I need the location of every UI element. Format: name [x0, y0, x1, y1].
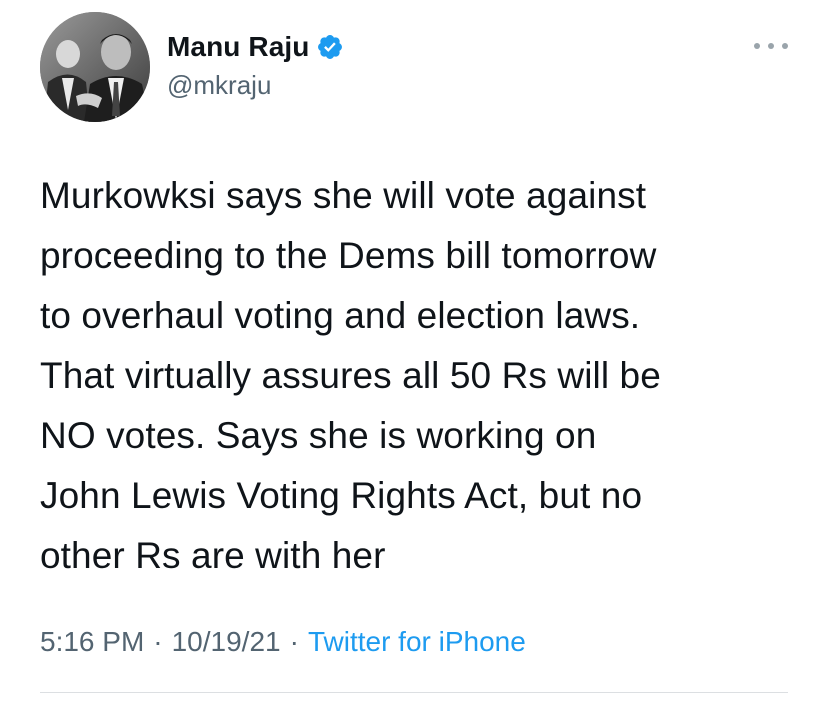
profile-photo-icon	[40, 12, 150, 122]
tweet-date[interactable]: 10/19/21	[172, 626, 281, 658]
tweet-time[interactable]: 5:16 PM	[40, 626, 144, 658]
more-dot	[782, 43, 788, 49]
more-dot	[768, 43, 774, 49]
divider	[40, 692, 788, 693]
author-handle[interactable]: @mkraju	[167, 70, 271, 101]
more-options-icon[interactable]	[754, 38, 788, 54]
tweet-text: Murkowksi says she will vote against pro…	[40, 175, 661, 576]
author-name-row[interactable]: Manu Raju	[167, 27, 344, 67]
meta-separator: ·	[153, 626, 163, 657]
verified-badge-icon	[316, 33, 344, 61]
tweet-meta: 5:16 PM · 10/19/21 · Twitter for iPhone	[40, 626, 526, 658]
avatar[interactable]	[40, 12, 150, 122]
more-dot	[754, 43, 760, 49]
tweet-card: Manu Raju @mkraju Murkowksi says she wil…	[0, 0, 828, 708]
author-display-name[interactable]: Manu Raju	[167, 31, 309, 63]
meta-separator: ·	[289, 626, 299, 657]
tweet-source-link[interactable]: Twitter for iPhone	[308, 626, 526, 658]
